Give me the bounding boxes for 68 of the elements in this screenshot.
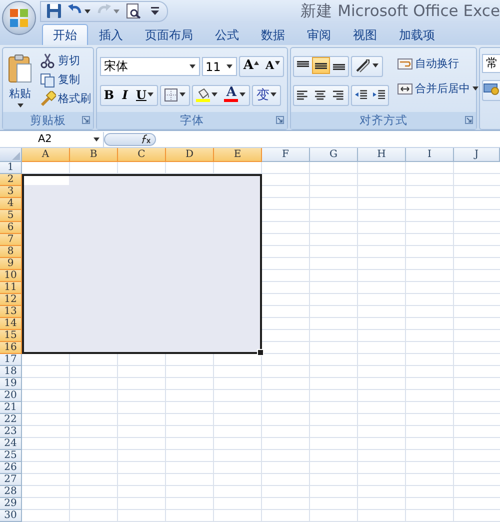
column-header[interactable]: J	[454, 148, 500, 162]
ribbon-tab[interactable]: 加载项	[388, 24, 446, 45]
paste-button[interactable]: 粘贴	[6, 51, 34, 112]
row-header[interactable]: 3	[0, 186, 22, 198]
group-label: 剪贴板	[30, 113, 66, 128]
shrink-font-button[interactable]: A	[262, 57, 283, 74]
group-label: 字体	[180, 113, 204, 128]
column-header[interactable]: G	[310, 148, 358, 162]
row-header[interactable]: 12	[0, 294, 22, 306]
row-header[interactable]: 29	[0, 498, 22, 510]
number-format-field[interactable]: 常	[482, 54, 500, 73]
row-header[interactable]: 9	[0, 258, 22, 270]
row-header[interactable]: 18	[0, 366, 22, 378]
row-header[interactable]: 8	[0, 246, 22, 258]
row-header[interactable]: 19	[0, 378, 22, 390]
copy-button[interactable]: 复制	[38, 70, 93, 89]
ribbon-tab[interactable]: 页面布局	[134, 24, 204, 45]
row-header[interactable]: 11	[0, 282, 22, 294]
font-size-field[interactable]: 11	[202, 57, 238, 76]
row-header[interactable]: 17	[0, 354, 22, 366]
ribbon-tab[interactable]: 开始	[42, 24, 88, 45]
font-color-letter: A	[226, 87, 237, 99]
row-header[interactable]: 5	[0, 210, 22, 222]
column-header[interactable]: I	[406, 148, 454, 162]
row-header[interactable]: 30	[0, 510, 22, 522]
row-header[interactable]: 10	[0, 270, 22, 282]
row-header[interactable]: 4	[0, 198, 22, 210]
row-header[interactable]: 21	[0, 402, 22, 414]
row-header[interactable]: 2	[0, 174, 22, 186]
column-header[interactable]: H	[358, 148, 406, 162]
row-header[interactable]: 28	[0, 486, 22, 498]
ribbon-tab[interactable]: 视图	[342, 24, 388, 45]
ribbon-tab[interactable]: 审阅	[296, 24, 342, 45]
row-header[interactable]: 15	[0, 330, 22, 342]
row-header[interactable]: 7	[0, 234, 22, 246]
font-name-field[interactable]: 宋体	[100, 57, 200, 76]
column-header[interactable]: F	[262, 148, 310, 162]
row-header[interactable]: 25	[0, 450, 22, 462]
ribbon-tab[interactable]: 数据	[250, 24, 296, 45]
ribbon-tab[interactable]: 插入	[88, 24, 134, 45]
italic-button[interactable]: I	[117, 86, 133, 103]
row-header[interactable]: 24	[0, 438, 22, 450]
row-header[interactable]: 26	[0, 462, 22, 474]
column-header[interactable]: D	[166, 148, 214, 162]
bold-button[interactable]: B	[101, 86, 117, 103]
merge-center-button[interactable]: 合并后居中	[395, 79, 481, 98]
row-header[interactable]: 22	[0, 414, 22, 426]
format-painter-button[interactable]: 格式刷	[38, 89, 93, 108]
column-header[interactable]: B	[70, 148, 118, 162]
ribbon-tab[interactable]: 公式	[204, 24, 250, 45]
row-header[interactable]: 23	[0, 426, 22, 438]
window-title: 新建 Microsoft Office Exce	[300, 0, 500, 22]
row-header[interactable]: 13	[0, 306, 22, 318]
column-header[interactable]: A	[22, 148, 70, 162]
row-header[interactable]: 6	[0, 222, 22, 234]
underline-button[interactable]: U	[133, 86, 158, 103]
column-header[interactable]: C	[118, 148, 166, 162]
row-header[interactable]: 16	[0, 342, 22, 354]
name-box[interactable]: A2	[0, 132, 104, 146]
group-label: 对齐方式	[360, 113, 408, 128]
column-header[interactable]: E	[214, 148, 262, 162]
row-header[interactable]: 20	[0, 390, 22, 402]
wrap-text-button[interactable]: 自动换行	[395, 54, 481, 73]
row-header[interactable]: 1	[0, 162, 22, 174]
row-header[interactable]: 27	[0, 474, 22, 486]
cut-button[interactable]: 剪切	[38, 51, 93, 70]
grow-font-button[interactable]: A	[240, 57, 262, 74]
row-header[interactable]: 14	[0, 318, 22, 330]
